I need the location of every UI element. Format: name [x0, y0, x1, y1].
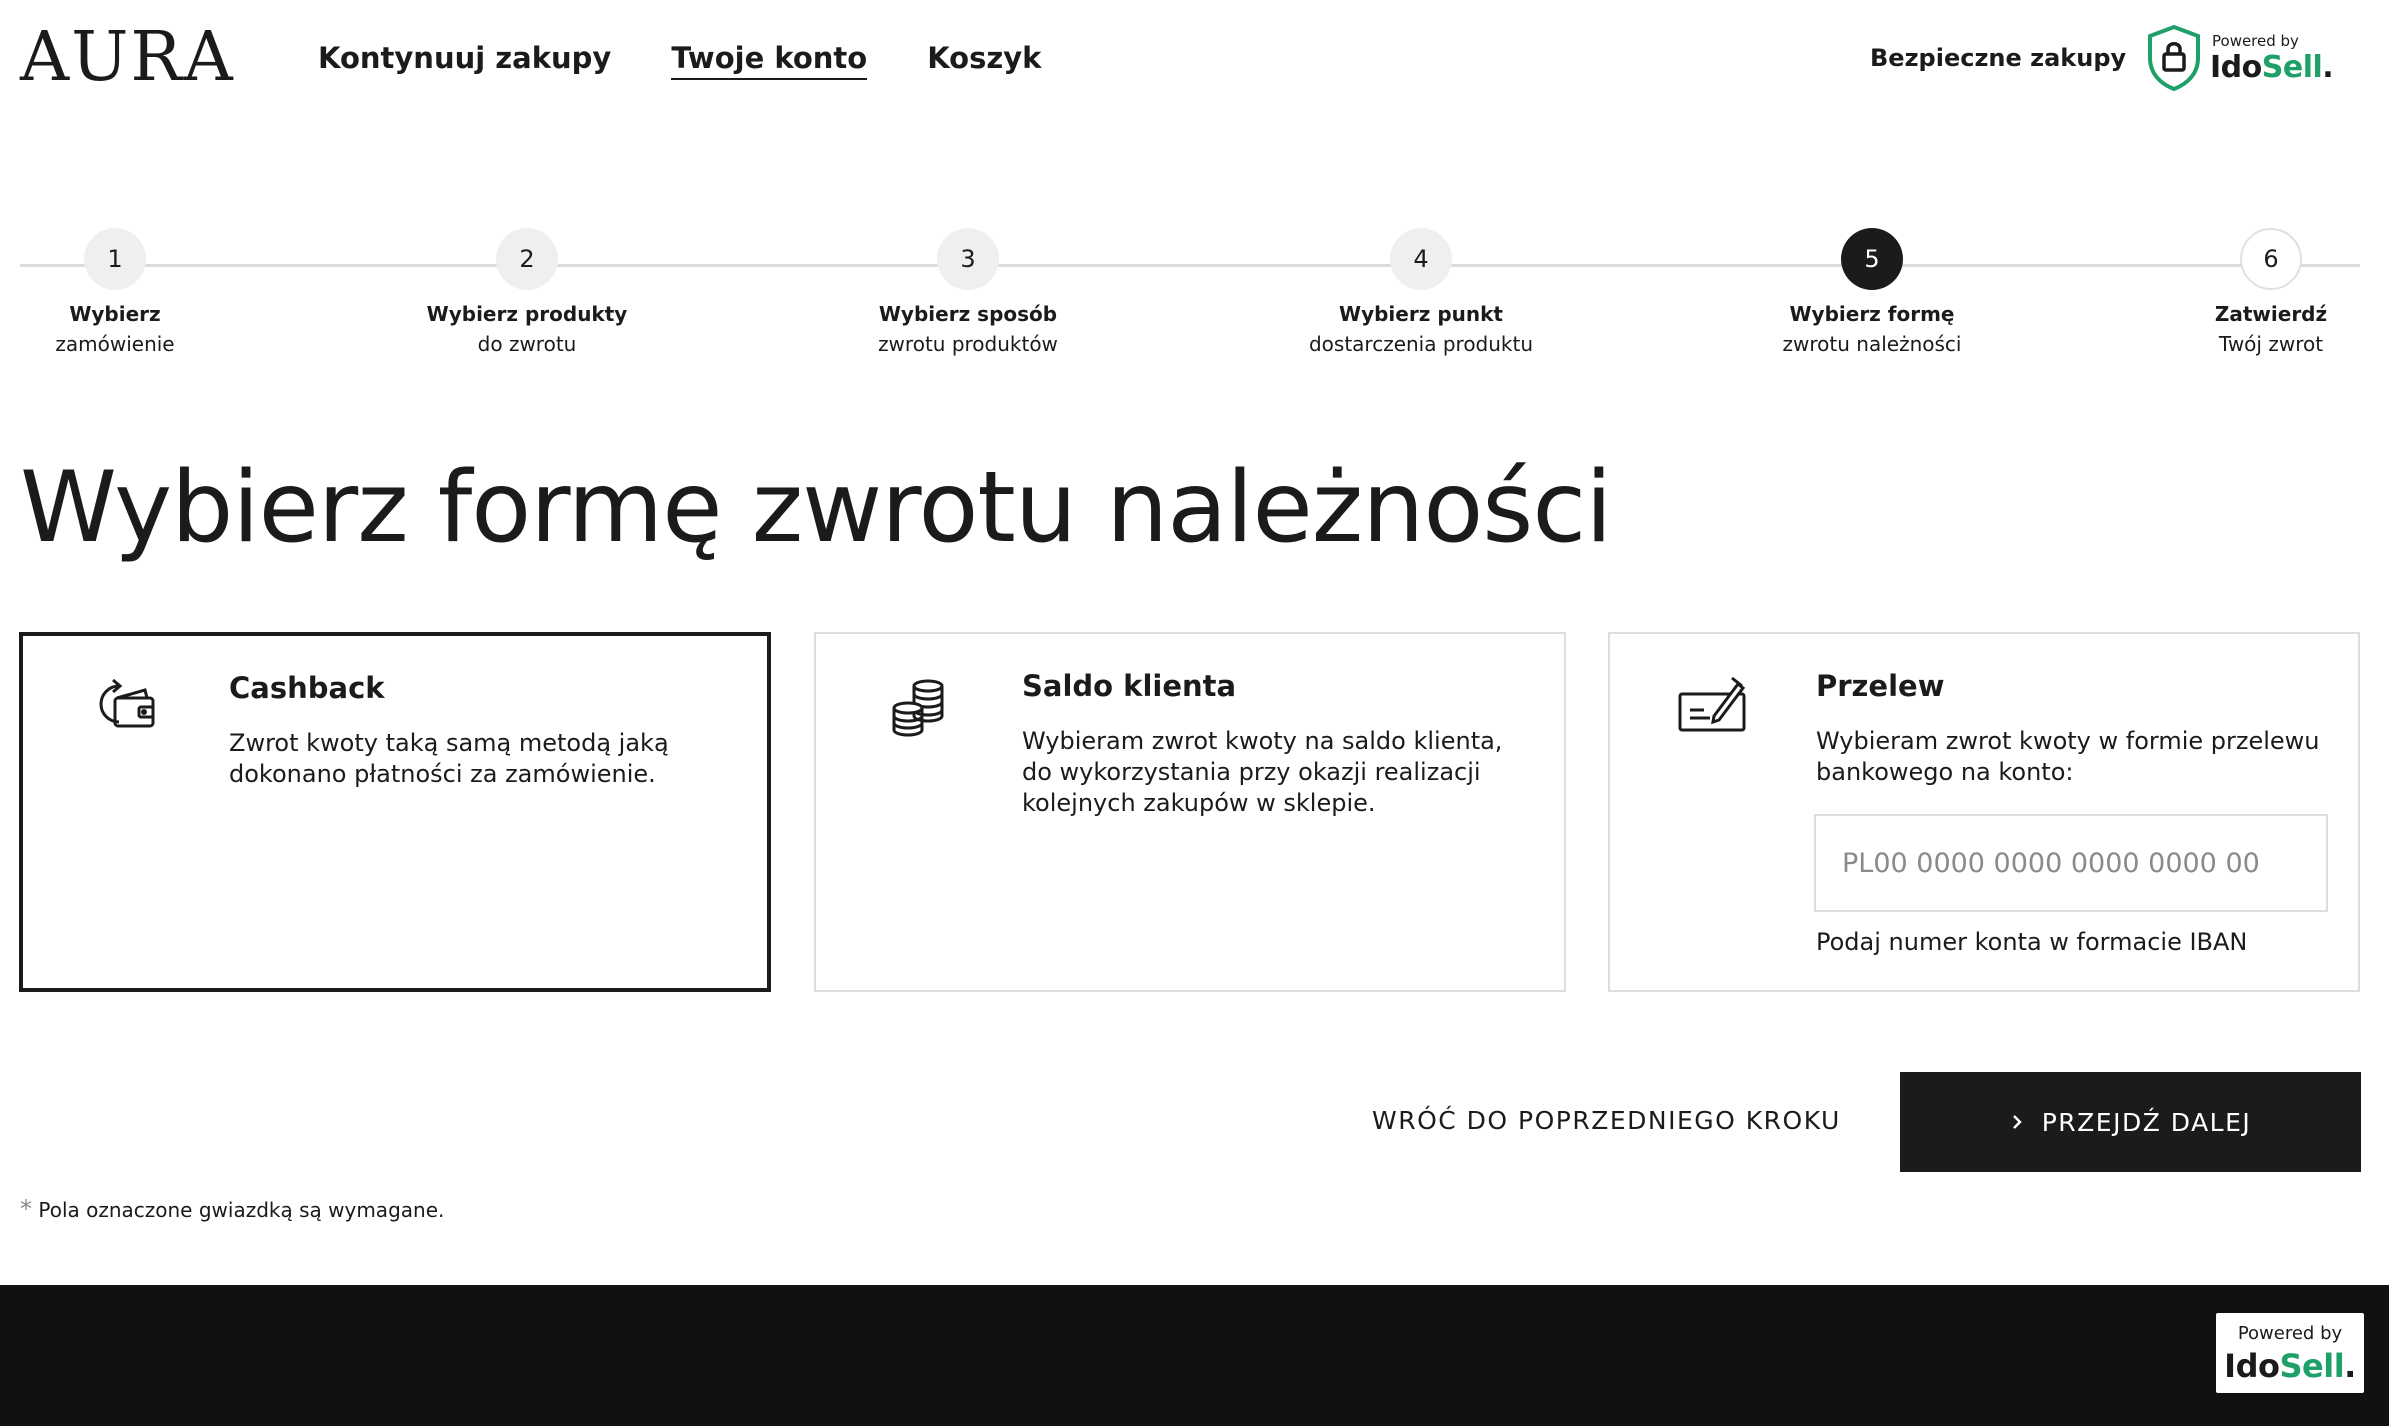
option-description: Wybieram zwrot kwoty na saldo klienta, d…: [1022, 727, 1503, 817]
step-title: Wybierz formę: [1789, 302, 1955, 326]
step-subtitle: Twój zwrot: [2218, 332, 2324, 356]
step-title: Zatwierdź: [2214, 302, 2328, 326]
step-number: 6: [2240, 228, 2302, 290]
step-number: 4: [1390, 228, 1452, 290]
header: AURA Kontynuuj zakupy Twoje konto Koszyk…: [0, 0, 2389, 120]
step-4: 4 Wybierz punkt dostarczenia produktu: [1291, 228, 1551, 358]
brand-part-ido: Ido: [2210, 50, 2262, 85]
brand-part-dot: .: [2344, 1347, 2356, 1385]
nav-your-account[interactable]: Twoje konto: [671, 38, 868, 80]
nav-continue-shopping[interactable]: Kontynuuj zakupy: [318, 38, 611, 80]
brand-part-dot: .: [2322, 50, 2334, 85]
step-1: 1 Wybierz zamówienie: [0, 228, 245, 358]
step-number: 3: [937, 228, 999, 290]
option-description: Wybieram zwrot kwoty w formie przelewu b…: [1816, 727, 2320, 786]
brand-part-sell: Sell: [2279, 1347, 2345, 1385]
step-2: 2 Wybierz produkty do zwrotu: [397, 228, 657, 358]
cashback-wallet-icon: [99, 678, 155, 728]
required-fields-note: * Pola oznaczone gwiazdką są wymagane.: [20, 1195, 444, 1224]
step-title: Wybierz punkt: [1339, 302, 1503, 326]
required-star: *: [20, 1195, 32, 1223]
step-subtitle: dostarczenia produktu: [1308, 332, 1534, 356]
shield-lock-icon: [2148, 24, 2200, 92]
main-nav: Kontynuuj zakupy Twoje konto Koszyk: [318, 38, 1041, 80]
steps-line: [20, 264, 2360, 267]
option-title: Saldo klienta: [1022, 669, 1237, 703]
idosell-wordmark: IdoSell.: [2210, 50, 2334, 85]
coins-stack-icon: [892, 679, 944, 737]
bank-transfer-icon: [1678, 676, 1746, 732]
powered-by-label: Powered by: [2237, 1323, 2343, 1344]
secure-shopping-label: Bezpieczne zakupy: [1870, 44, 2127, 72]
step-number: 2: [496, 228, 558, 290]
step-6: 6 Zatwierdź Twój zwrot: [2141, 228, 2389, 358]
option-card-bank-transfer[interactable]: Przelew Wybieram zwrot kwoty w formie pr…: [1608, 632, 2360, 992]
option-title: Przelew: [1816, 669, 1945, 703]
step-number: 5: [1841, 228, 1903, 290]
step-3: 3 Wybierz sposób zwrotu produktów: [838, 228, 1098, 358]
nav-cart[interactable]: Koszyk: [927, 38, 1041, 80]
brand-part-ido: Ido: [2224, 1347, 2280, 1385]
iban-input[interactable]: [1814, 814, 2328, 912]
step-number: 1: [84, 228, 146, 290]
step-subtitle: zwrotu należności: [1782, 332, 1962, 356]
step-subtitle: zamówienie: [55, 332, 175, 356]
option-card-customer-balance[interactable]: Saldo klienta Wybieram zwrot kwoty na sa…: [814, 632, 1566, 992]
step-title: Wybierz: [69, 302, 161, 326]
chevron-right-icon: [2012, 1115, 2022, 1129]
footer-idosell-badge[interactable]: Powered by IdoSell.: [2216, 1313, 2364, 1393]
step-title: Wybierz produkty: [426, 302, 628, 326]
store-logo[interactable]: AURA: [20, 18, 235, 98]
step-subtitle: zwrotu produktów: [878, 332, 1058, 356]
back-to-previous-step-link[interactable]: WRÓĆ DO POPRZEDNIEGO KROKU: [1372, 1104, 1841, 1138]
option-title: Cashback: [229, 671, 385, 705]
iban-hint: Podaj numer konta w formacie IBAN: [1816, 928, 2248, 956]
footer: Powered by IdoSell.: [0, 1285, 2389, 1426]
step-5: 5 Wybierz formę zwrotu należności: [1742, 228, 2002, 358]
return-steps-progress: 1 Wybierz zamówienie 2 Wybierz produkty …: [20, 228, 2360, 368]
option-description: Zwrot kwoty taką samą metodą jaką dokona…: [229, 729, 669, 788]
brand-part-sell: Sell: [2261, 50, 2323, 85]
option-card-cashback[interactable]: Cashback Zwrot kwoty taką samą metodą ja…: [19, 632, 771, 992]
powered-by-label: Powered by: [2212, 32, 2299, 50]
page-title: Wybierz formę zwrotu należności: [20, 451, 1612, 565]
idosell-wordmark: IdoSell.: [2216, 1347, 2364, 1385]
step-subtitle: do zwrotu: [477, 332, 577, 356]
next-step-button[interactable]: PRZEJDŹ DALEJ: [1900, 1072, 2361, 1172]
required-note-text: Pola oznaczone gwiazdką są wymagane.: [38, 1198, 445, 1222]
next-step-label: PRZEJDŹ DALEJ: [2041, 1107, 2252, 1137]
idosell-badge[interactable]: Powered by IdoSell.: [2146, 24, 2334, 94]
step-title: Wybierz sposób: [878, 302, 1058, 326]
